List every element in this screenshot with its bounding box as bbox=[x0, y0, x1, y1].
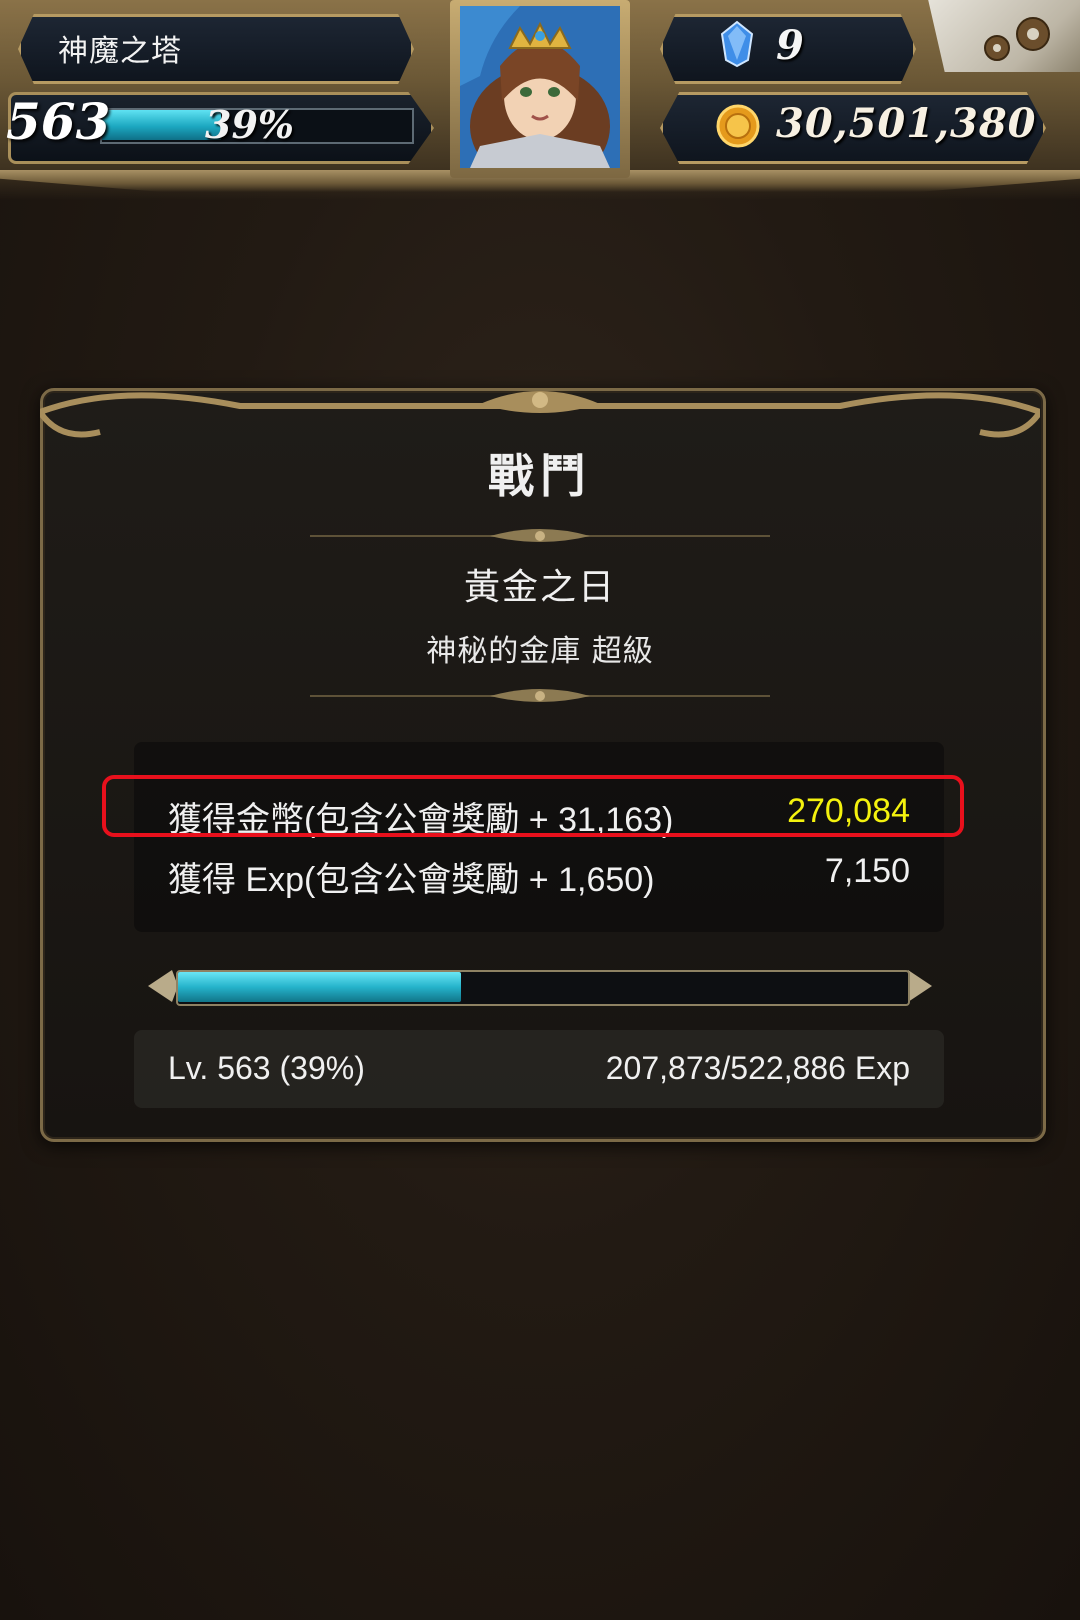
divider-top bbox=[310, 526, 770, 546]
stage-detail: 神秘的金庫 超級 bbox=[426, 634, 654, 669]
coin-icon bbox=[716, 104, 760, 148]
battle-title: 戰鬥 bbox=[488, 449, 592, 503]
level-text: Lv. 563 (39%) bbox=[168, 1050, 365, 1086]
exp-reward-row: 獲得 Exp(包含公會獎勵 + 1,650) 7,150 bbox=[168, 844, 910, 900]
character-portrait[interactable] bbox=[460, 6, 620, 168]
exp-reward-label: 獲得 Exp(包含公會獎勵 + 1,650) bbox=[168, 861, 655, 899]
exp-reward-value: 7,150 bbox=[824, 852, 910, 890]
hud-exp-percent: 39% bbox=[205, 102, 294, 147]
gear-icon[interactable] bbox=[975, 10, 1065, 68]
gem-icon bbox=[720, 20, 754, 68]
tower-name: 神魔之塔 bbox=[58, 34, 182, 69]
divider-bottom bbox=[310, 686, 770, 706]
game-screen: { "hud": { "tower_name": "神魔之塔", "level"… bbox=[0, 0, 1080, 1620]
gem-count: 9 bbox=[776, 22, 804, 69]
exp-progress-text: 207,873/522,886 Exp bbox=[605, 1050, 910, 1086]
coin-count: 30,501,380 bbox=[776, 100, 1037, 147]
stage-name: 黃金之日 bbox=[463, 567, 616, 608]
gold-highlight-box bbox=[102, 775, 964, 837]
panel-ornament bbox=[37, 382, 1043, 442]
player-level: 563 bbox=[6, 92, 111, 151]
hud-exp-fill bbox=[102, 110, 221, 140]
level-exp-fill bbox=[178, 972, 461, 1002]
